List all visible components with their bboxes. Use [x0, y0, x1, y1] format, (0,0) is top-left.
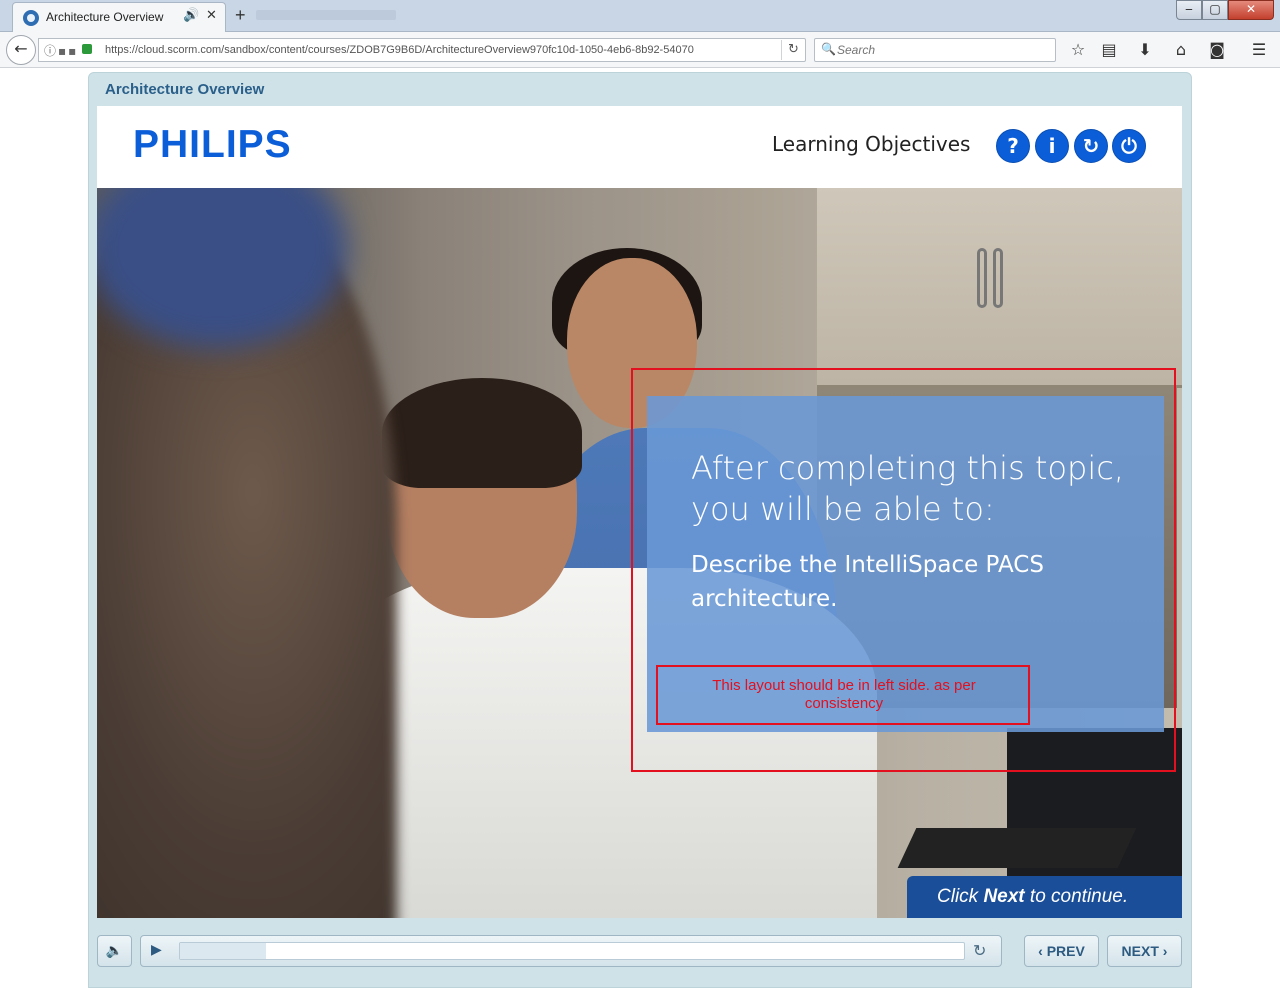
power-icon: ⏻ — [1121, 134, 1137, 158]
address-bar[interactable]: ⓘ▪▪ https://cloud.scorm.com/sandbox/cont… — [38, 38, 806, 62]
help-icon: ? — [1007, 134, 1019, 158]
speaker-icon: 🔈 — [105, 943, 124, 959]
photo-keyboard — [897, 828, 1137, 868]
hospital-photo: After completing this topic, you will be… — [97, 188, 1182, 918]
continue-prefix: Click — [937, 886, 984, 907]
tab-title: Architecture Overview — [46, 10, 164, 24]
window-maximize-button[interactable]: ▢ — [1202, 0, 1228, 20]
restart-button[interactable]: ↻ — [1074, 129, 1108, 163]
site-info-icon[interactable]: ⓘ▪▪ — [44, 42, 78, 59]
window-minimize-button[interactable]: ‒ — [1176, 0, 1202, 20]
background-tab-placeholder — [256, 10, 396, 20]
close-icon[interactable]: ✕ — [206, 8, 217, 23]
browser-tab-bar: Architecture Overview 🔊 ✕ + ‒ ▢ ✕ — [0, 0, 1280, 32]
replay-icon[interactable]: ↻ — [973, 941, 986, 960]
bookmark-star-icon[interactable]: ☆ — [1067, 40, 1089, 60]
back-arrow-icon: ← — [14, 39, 28, 58]
info-icon: i — [1048, 134, 1056, 158]
course-title: Architecture Overview — [105, 81, 265, 98]
continue-suffix: to continue. — [1024, 886, 1129, 907]
reading-list-icon[interactable]: ▤ — [1098, 40, 1120, 60]
slide-stage: PHILIPS Learning Objectives ? i ↻ ⏻ Afte… — [97, 106, 1182, 918]
play-icon[interactable]: ▶ — [151, 942, 162, 958]
prev-label: ‹ PREV — [1038, 943, 1085, 959]
continue-text: Click Next to continue. — [937, 886, 1128, 908]
mute-button[interactable]: 🔈 — [97, 935, 132, 967]
site-favicon-icon — [23, 10, 39, 26]
download-icon[interactable]: ⬇ — [1134, 40, 1156, 60]
reload-icon[interactable]: ↻ — [781, 40, 805, 60]
home-icon[interactable]: ⌂ — [1170, 40, 1192, 60]
back-button[interactable]: ← — [6, 35, 36, 65]
restart-icon: ↻ — [1082, 134, 1100, 158]
menu-icon[interactable]: ☰ — [1248, 40, 1270, 60]
slide-header: PHILIPS Learning Objectives ? i ↻ ⏻ — [97, 106, 1182, 188]
philips-logo: PHILIPS — [133, 123, 292, 166]
continue-prompt: Click Next to continue. — [907, 876, 1182, 918]
review-comment-text: This layout should be in left side. as p… — [712, 677, 976, 712]
help-button[interactable]: ? — [996, 129, 1030, 163]
photo-cabinet-handle — [993, 248, 1003, 308]
new-tab-button[interactable]: + — [235, 5, 246, 26]
new-tab-area: + — [226, 2, 436, 32]
continue-bold: Next — [983, 886, 1025, 907]
review-comment-box: This layout should be in left side. as p… — [656, 665, 1030, 725]
search-icon: 🔍 — [821, 42, 836, 56]
search-bar[interactable]: 🔍 — [814, 38, 1056, 62]
browser-nav-bar: ← ⓘ▪▪ https://cloud.scorm.com/sandbox/co… — [0, 32, 1280, 68]
next-label: NEXT › — [1121, 943, 1168, 959]
prev-button[interactable]: ‹ PREV — [1024, 935, 1099, 967]
pocket-icon[interactable]: ◙ — [1206, 40, 1228, 60]
lesson-title: Learning Objectives — [772, 132, 971, 156]
photo-cabinet-handle — [977, 248, 987, 308]
next-button[interactable]: NEXT › — [1107, 935, 1182, 967]
window-close-button[interactable]: ✕ — [1228, 0, 1274, 20]
speaker-icon[interactable]: 🔊 — [183, 8, 199, 23]
lock-icon — [82, 44, 92, 54]
url-text[interactable]: https://cloud.scorm.com/sandbox/content/… — [105, 44, 775, 56]
search-input[interactable] — [837, 41, 1047, 59]
playback-bar: ▶ ↻ — [140, 935, 1002, 967]
browser-tab-active[interactable]: Architecture Overview 🔊 ✕ — [12, 2, 226, 32]
photo-doctor-hair — [382, 378, 582, 488]
progress-fill — [180, 943, 267, 959]
progress-track[interactable] — [179, 942, 965, 960]
info-button[interactable]: i — [1035, 129, 1069, 163]
exit-button[interactable]: ⏻ — [1112, 129, 1146, 163]
